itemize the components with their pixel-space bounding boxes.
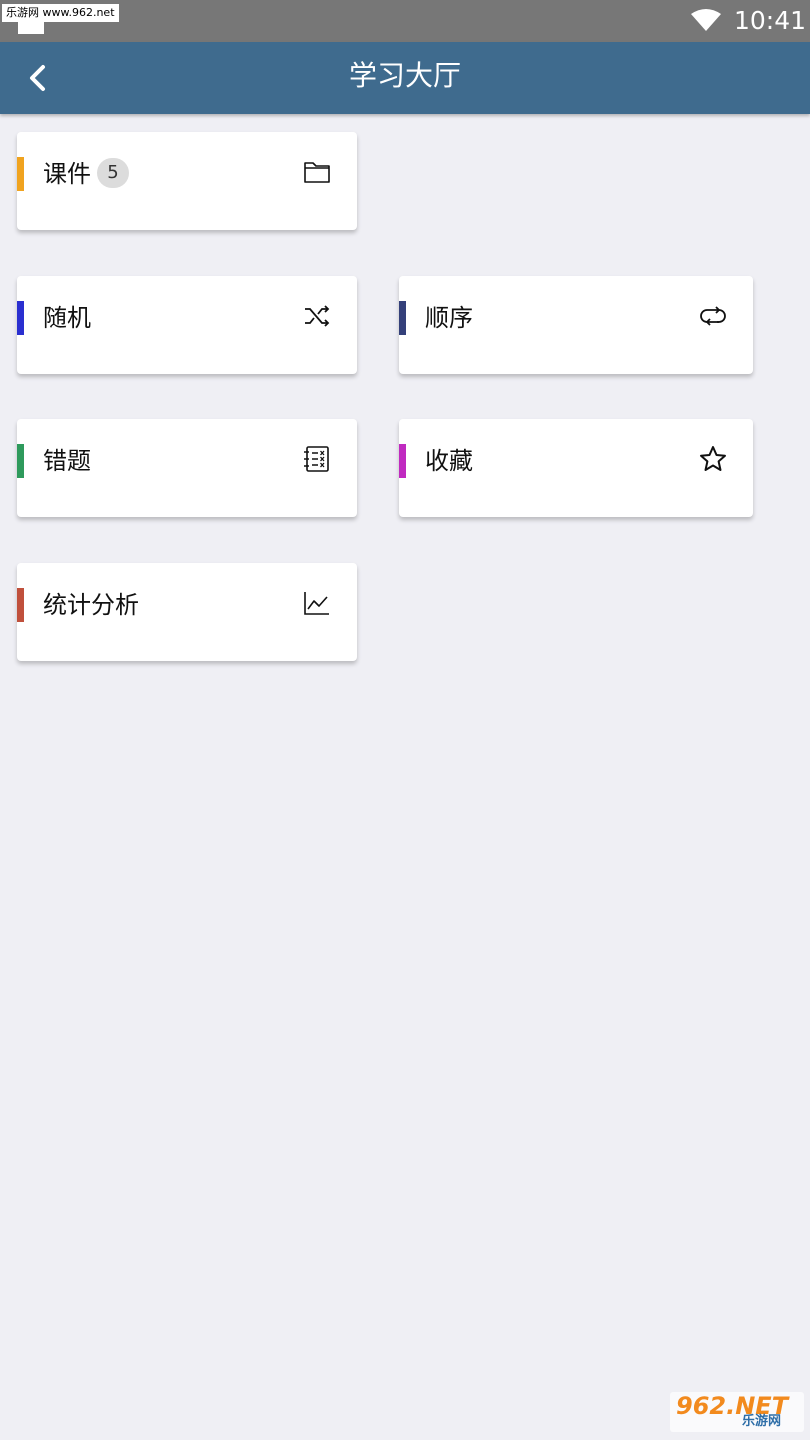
random-label: 随机 bbox=[43, 304, 91, 332]
courseware-label: 课件 bbox=[43, 160, 91, 188]
watermark-logo-subtext: 乐游网 bbox=[742, 1414, 782, 1429]
card-accent-bar bbox=[399, 301, 406, 335]
chevron-left-icon bbox=[30, 65, 45, 91]
mistakes-card[interactable]: 错题 bbox=[17, 419, 357, 517]
courseware-card[interactable]: 课件 5 bbox=[17, 132, 357, 230]
line-chart-icon bbox=[304, 592, 329, 615]
back-button[interactable] bbox=[14, 54, 62, 102]
notification-icon bbox=[18, 22, 44, 34]
watermark-logo: 962.NET 乐游网 bbox=[670, 1392, 804, 1432]
card-accent-bar bbox=[17, 157, 24, 191]
folder-icon bbox=[304, 162, 330, 183]
watermark-text: 乐游网 www.962.net bbox=[2, 4, 119, 22]
card-accent-bar bbox=[399, 444, 406, 478]
repeat-icon bbox=[700, 306, 726, 326]
favorites-card[interactable]: 收藏 bbox=[399, 419, 753, 517]
checklist-icon bbox=[304, 446, 329, 472]
star-icon bbox=[700, 446, 726, 471]
statistics-card[interactable]: 统计分析 bbox=[17, 563, 357, 661]
status-time: 10:41 bbox=[734, 6, 807, 35]
status-bar: 乐游网 www.962.net 10:41 bbox=[0, 0, 810, 42]
card-accent-bar bbox=[17, 444, 24, 478]
shuffle-icon bbox=[305, 305, 330, 327]
statistics-label: 统计分析 bbox=[43, 591, 139, 619]
count-badge: 5 bbox=[97, 158, 129, 188]
mistakes-label: 错题 bbox=[43, 447, 91, 475]
page-title: 学习大厅 bbox=[348, 59, 461, 92]
sequence-card[interactable]: 顺序 bbox=[399, 276, 753, 374]
wifi-icon bbox=[691, 9, 721, 31]
courseware-label-row: 课件 5 bbox=[43, 154, 129, 194]
app-header: 学习大厅 bbox=[0, 42, 810, 114]
card-accent-bar bbox=[17, 301, 24, 335]
card-accent-bar bbox=[17, 588, 24, 622]
sequence-label: 顺序 bbox=[425, 304, 473, 332]
random-card[interactable]: 随机 bbox=[17, 276, 357, 374]
favorites-label: 收藏 bbox=[425, 447, 473, 475]
